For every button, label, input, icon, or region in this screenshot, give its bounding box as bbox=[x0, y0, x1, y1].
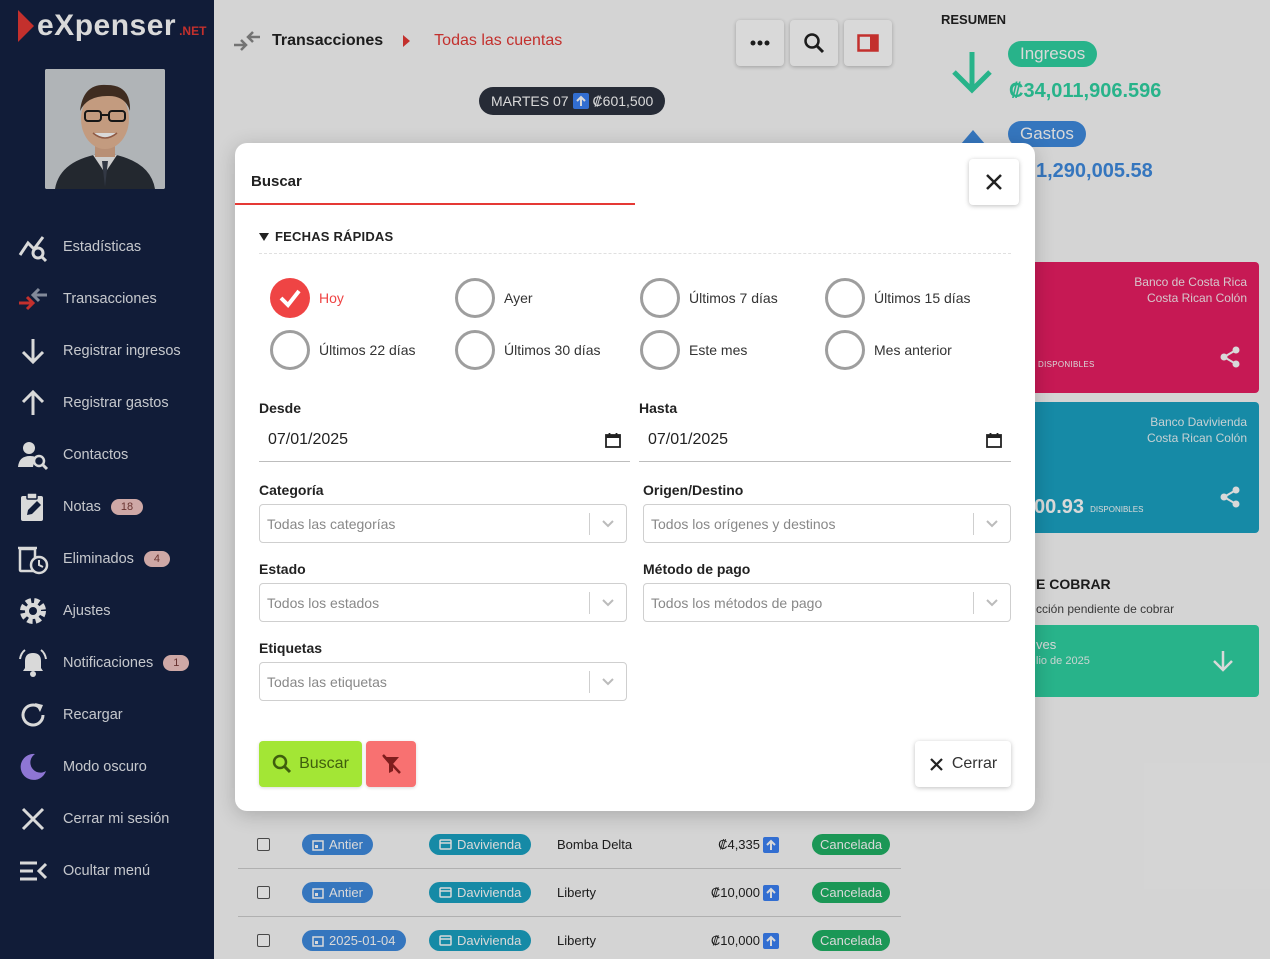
quick-dates-toggle[interactable]: FECHAS RÁPIDAS bbox=[259, 229, 393, 244]
quick-date-ultimos-30[interactable]: Últimos 30 días bbox=[455, 330, 600, 370]
calendar-icon[interactable] bbox=[986, 432, 1002, 448]
quick-date-este-mes[interactable]: Este mes bbox=[640, 330, 747, 370]
radio-circle bbox=[270, 330, 310, 370]
quick-date-hoy[interactable]: Hoy bbox=[270, 278, 344, 318]
radio-label: Últimos 7 días bbox=[689, 290, 778, 306]
origin-select[interactable]: Todos los orígenes y destinos bbox=[643, 504, 1011, 543]
radio-label: Últimos 30 días bbox=[504, 342, 601, 358]
chevron-down-icon[interactable] bbox=[590, 677, 626, 686]
status-placeholder: Todos los estados bbox=[267, 594, 380, 611]
clear-filters-button[interactable] bbox=[366, 741, 416, 787]
close-icon bbox=[986, 174, 1002, 190]
quick-date-ultimos-7[interactable]: Últimos 7 días bbox=[640, 278, 778, 318]
origin-placeholder: Todos los orígenes y destinos bbox=[651, 515, 836, 532]
radio-circle bbox=[825, 330, 865, 370]
chevron-down-icon[interactable] bbox=[974, 519, 1010, 528]
from-label: Desde bbox=[259, 400, 302, 416]
quick-date-mes-anterior[interactable]: Mes anterior bbox=[825, 330, 952, 370]
tags-placeholder: Todas las etiquetas bbox=[267, 673, 387, 690]
modal-title-underline bbox=[235, 203, 635, 205]
search-icon bbox=[272, 754, 292, 774]
quick-date-ultimos-22[interactable]: Últimos 22 días bbox=[270, 330, 415, 370]
divider bbox=[259, 253, 1011, 254]
category-label: Categoría bbox=[259, 482, 324, 498]
quick-dates-label: FECHAS RÁPIDAS bbox=[275, 229, 394, 244]
radio-label: Hoy bbox=[319, 290, 344, 306]
from-date-value: 07/01/2025 bbox=[268, 430, 349, 448]
status-label: Estado bbox=[259, 561, 306, 577]
tags-select[interactable]: Todas las etiquetas bbox=[259, 662, 627, 701]
to-date-input[interactable]: 07/01/2025 bbox=[639, 418, 1011, 462]
chevron-down-icon[interactable] bbox=[974, 598, 1010, 607]
check-icon bbox=[270, 278, 310, 318]
quick-date-ultimos-15[interactable]: Últimos 15 días bbox=[825, 278, 970, 318]
radio-label: Ayer bbox=[504, 290, 533, 306]
radio-circle bbox=[825, 278, 865, 318]
radio-label: Últimos 15 días bbox=[874, 290, 971, 306]
category-placeholder: Todas las categorías bbox=[267, 515, 396, 532]
category-select[interactable]: Todas las categorías bbox=[259, 504, 627, 543]
calendar-icon[interactable] bbox=[605, 432, 621, 448]
chevron-down-icon[interactable] bbox=[590, 598, 626, 607]
radio-label: Últimos 22 días bbox=[319, 342, 416, 358]
radio-circle bbox=[640, 278, 680, 318]
filter-off-icon bbox=[382, 754, 401, 774]
close-modal-label: Cerrar bbox=[951, 755, 998, 772]
to-label: Hasta bbox=[639, 400, 678, 416]
radio-circle bbox=[455, 278, 495, 318]
to-date-value: 07/01/2025 bbox=[648, 430, 729, 448]
payment-select[interactable]: Todos los métodos de pago bbox=[643, 583, 1011, 622]
chevron-down-icon[interactable] bbox=[590, 519, 626, 528]
radio-circle bbox=[455, 330, 495, 370]
search-modal: Buscar FECHAS RÁPIDAS Hoy Ayer Últimos 7… bbox=[235, 143, 1035, 811]
close-icon bbox=[930, 757, 943, 771]
payment-label: Método de pago bbox=[643, 561, 751, 577]
payment-placeholder: Todos los métodos de pago bbox=[651, 594, 823, 611]
origin-label: Origen/Destino bbox=[643, 482, 744, 498]
modal-close-button[interactable] bbox=[969, 159, 1019, 205]
status-select[interactable]: Todos los estados bbox=[259, 583, 627, 622]
search-submit-button[interactable]: Buscar bbox=[259, 741, 362, 787]
radio-circle bbox=[640, 330, 680, 370]
modal-title: Buscar bbox=[251, 173, 302, 190]
caret-down-icon bbox=[259, 232, 269, 241]
radio-label: Este mes bbox=[689, 342, 748, 358]
radio-label: Mes anterior bbox=[874, 342, 952, 358]
search-submit-label: Buscar bbox=[299, 755, 349, 772]
tags-label: Etiquetas bbox=[259, 640, 323, 656]
from-date-input[interactable]: 07/01/2025 bbox=[259, 418, 630, 462]
close-modal-button[interactable]: Cerrar bbox=[915, 741, 1011, 787]
quick-date-ayer[interactable]: Ayer bbox=[455, 278, 533, 318]
